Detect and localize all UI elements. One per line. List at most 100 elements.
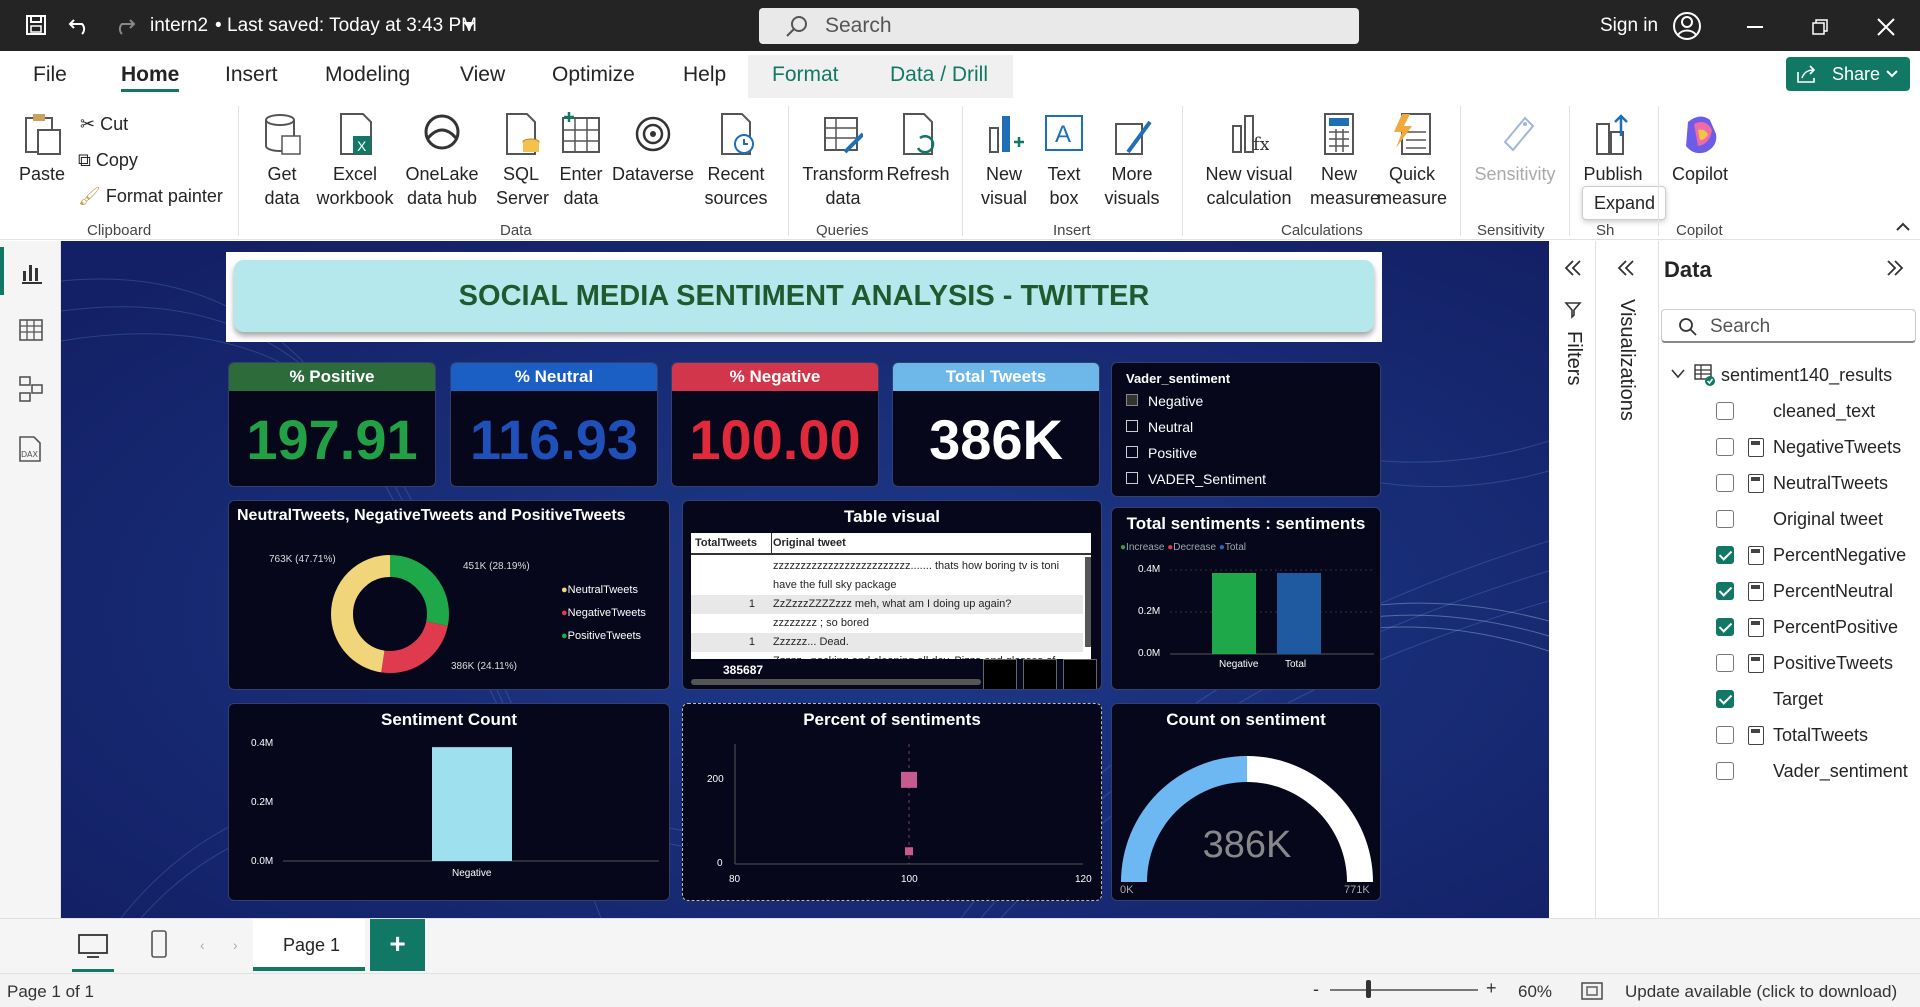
field-item[interactable]: PercentNegative: [1659, 538, 1920, 574]
file-name[interactable]: intern2: [150, 15, 208, 37]
field-item[interactable]: PercentNeutral: [1659, 574, 1920, 610]
tab-home[interactable]: Home: [121, 63, 179, 87]
field-item[interactable]: Original tweet: [1659, 502, 1920, 538]
zoom-slider-thumb[interactable]: [1366, 980, 1371, 998]
field-checkbox[interactable]: [1716, 474, 1734, 492]
save-icon[interactable]: [25, 14, 47, 36]
model-view-icon[interactable]: [18, 375, 44, 403]
zoom-level[interactable]: 60%: [1518, 982, 1552, 1002]
tab-view[interactable]: View: [460, 63, 505, 87]
kpi-card-total-tweets[interactable]: Total Tweets 386K: [892, 362, 1100, 487]
close-icon[interactable]: [1877, 18, 1895, 36]
tab-format[interactable]: Format: [772, 63, 839, 87]
tab-optimize[interactable]: Optimize: [552, 63, 635, 87]
tab-file[interactable]: File: [33, 63, 67, 87]
page-tab-1[interactable]: Page 1: [253, 919, 365, 971]
field-checkbox[interactable]: [1716, 582, 1734, 600]
table-view-icon[interactable]: [18, 317, 44, 343]
restore-icon[interactable]: [1812, 19, 1828, 35]
column-header[interactable]: Original tweet: [773, 537, 846, 549]
field-checkbox[interactable]: [1716, 618, 1734, 636]
waterfall-chart-visual[interactable]: Total sentiments : sentiments ●Increase …: [1111, 507, 1381, 690]
new-measure-button[interactable]: New measure: [1310, 112, 1380, 210]
table-node-sentiment140[interactable]: sentiment140_results: [1659, 358, 1920, 394]
table-visual[interactable]: Table visual TotalTweets Original tweet …: [682, 500, 1102, 690]
field-item[interactable]: cleaned_text: [1659, 394, 1920, 430]
field-checkbox[interactable]: [1716, 726, 1734, 744]
table-row[interactable]: zzzzzzzz ; so bored: [691, 614, 1083, 633]
donut-chart-visual[interactable]: NeutralTweets, NegativeTweets and Positi…: [228, 500, 670, 690]
sign-in-link[interactable]: Sign in: [1600, 15, 1658, 37]
table-row[interactable]: 1 ZzZzzzZZZZzzz meh, what am I doing up a…: [691, 595, 1083, 614]
update-available-link[interactable]: Update available (click to download): [1625, 982, 1897, 1002]
minimize-icon[interactable]: [1747, 26, 1763, 28]
zoom-slider[interactable]: [1330, 989, 1478, 991]
sql-server-button[interactable]: SQL Server: [496, 112, 549, 210]
report-view-icon[interactable]: [18, 259, 44, 285]
field-checkbox[interactable]: [1716, 690, 1734, 708]
visual-header-button[interactable]: [983, 659, 1017, 689]
save-status[interactable]: Last saved: Today at 3:43 PM: [227, 15, 477, 37]
enter-data-button[interactable]: Enter data: [556, 112, 606, 210]
sentiment-count-visual[interactable]: Sentiment Count 0.4M 0.2M 0.0M Negative: [228, 703, 670, 901]
field-item[interactable]: Target: [1659, 682, 1920, 718]
mobile-layout-icon[interactable]: [150, 929, 168, 959]
copilot-button[interactable]: Copilot: [1664, 112, 1736, 186]
slicer-checkbox[interactable]: [1126, 420, 1138, 432]
field-item[interactable]: Vader_sentiment: [1659, 754, 1920, 790]
user-avatar-icon[interactable]: [1672, 11, 1702, 41]
field-item[interactable]: PositiveTweets: [1659, 646, 1920, 682]
sensitivity-button[interactable]: Sensitivity: [1468, 112, 1562, 186]
dataverse-button[interactable]: Dataverse: [612, 112, 694, 186]
new-visual-calculation-button[interactable]: fx New visual calculation: [1194, 112, 1304, 210]
excel-button[interactable]: X Excel workbook: [312, 112, 398, 210]
tab-modeling[interactable]: Modeling: [325, 63, 410, 87]
table-row[interactable]: have the full sky package: [691, 576, 1083, 595]
prev-page-icon[interactable]: ‹: [200, 937, 205, 953]
fit-to-page-icon[interactable]: [1580, 981, 1604, 1001]
dax-query-view-icon[interactable]: DAX: [16, 435, 44, 463]
visual-header-button[interactable]: [1023, 659, 1057, 689]
desktop-layout-icon[interactable]: [77, 933, 109, 959]
tab-insert[interactable]: Insert: [225, 63, 278, 87]
table-row[interactable]: zzzzzzzzzzzzzzzzzzzzzzzzz....... thats h…: [691, 557, 1083, 576]
get-data-button[interactable]: Get data: [254, 112, 310, 210]
kpi-card-neutral[interactable]: % Neutral 116.93: [450, 362, 658, 487]
column-header[interactable]: TotalTweets: [695, 537, 757, 549]
kpi-card-negative[interactable]: % Negative 100.00: [671, 362, 879, 487]
field-checkbox[interactable]: [1716, 762, 1734, 780]
share-button[interactable]: Share: [1786, 57, 1910, 91]
collapse-data-icon[interactable]: [1885, 259, 1905, 277]
chevron-down-icon[interactable]: [1671, 369, 1685, 379]
field-checkbox[interactable]: [1716, 438, 1734, 456]
tab-help[interactable]: Help: [683, 63, 726, 87]
visualizations-pane[interactable]: Visualizations: [1596, 241, 1659, 918]
visual-header-button[interactable]: [1063, 659, 1097, 689]
field-checkbox[interactable]: [1716, 654, 1734, 672]
refresh-button[interactable]: Refresh: [886, 112, 950, 186]
collapse-ribbon-icon[interactable]: [1896, 222, 1910, 232]
field-item[interactable]: TotalTweets: [1659, 718, 1920, 754]
field-item[interactable]: NegativeTweets: [1659, 430, 1920, 466]
gauge-visual[interactable]: Count on sentiment 386K 0K 771K: [1111, 703, 1381, 901]
slicer-checkbox[interactable]: [1126, 394, 1138, 406]
cut-button[interactable]: ✂ Cut: [80, 112, 128, 136]
next-page-icon[interactable]: ›: [233, 937, 238, 953]
search-input[interactable]: Search: [759, 8, 1359, 44]
quick-measure-button[interactable]: Quick measure: [1374, 112, 1450, 210]
more-visuals-button[interactable]: More visuals: [1100, 112, 1164, 210]
paste-button[interactable]: Paste: [14, 112, 70, 186]
data-search-input[interactable]: Search: [1661, 309, 1916, 343]
chevron-down-icon[interactable]: [463, 22, 475, 30]
add-page-button[interactable]: +: [370, 919, 425, 971]
vader-sentiment-slicer[interactable]: Vader_sentiment Negative Neutral Positiv…: [1111, 362, 1381, 497]
field-checkbox[interactable]: [1716, 510, 1734, 528]
collapse-filters-icon[interactable]: [1563, 259, 1583, 277]
copy-button[interactable]: ⧉ Copy: [78, 148, 138, 172]
transform-data-button[interactable]: Transform data: [800, 112, 886, 210]
undo-icon[interactable]: [68, 14, 92, 36]
table-row[interactable]: 1 Zzzzzz... Dead.: [691, 633, 1083, 652]
recent-sources-button[interactable]: Recent sources: [700, 112, 772, 210]
percent-of-sentiments-visual[interactable]: Percent of sentiments 200 0 80 100 120: [682, 703, 1102, 901]
zoom-out-button[interactable]: -: [1313, 979, 1319, 1000]
